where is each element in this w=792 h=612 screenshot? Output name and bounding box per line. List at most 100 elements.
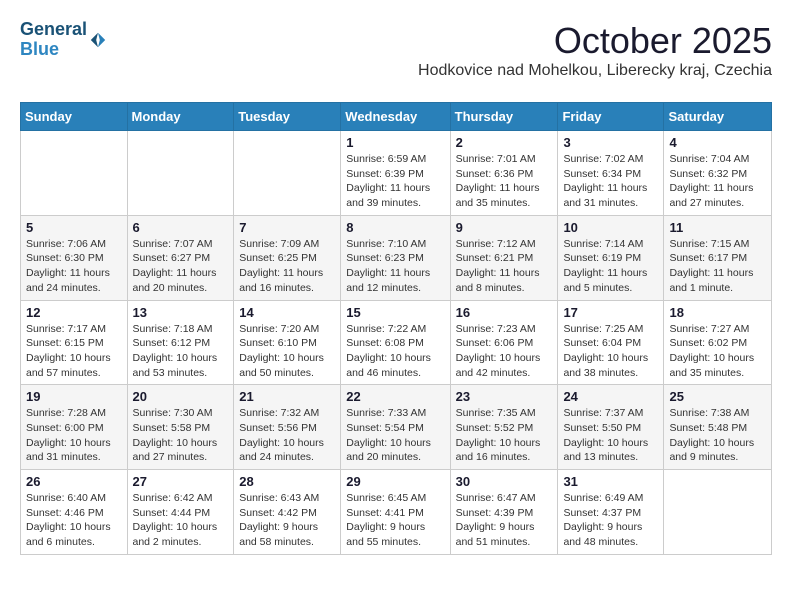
day-info: Sunrise: 7:04 AM Sunset: 6:32 PM Dayligh…: [669, 152, 766, 211]
logo: GeneralBlue: [20, 20, 107, 60]
day-number: 22: [346, 389, 444, 404]
day-info: Sunrise: 7:22 AM Sunset: 6:08 PM Dayligh…: [346, 322, 444, 381]
calendar-cell: 8 Sunrise: 7:10 AM Sunset: 6:23 PM Daylig…: [341, 215, 450, 300]
calendar-cell: 13 Sunrise: 7:18 AM Sunset: 6:12 PM Dayli…: [127, 300, 234, 385]
calendar-cell: 2 Sunrise: 7:01 AM Sunset: 6:36 PM Daylig…: [450, 131, 558, 216]
day-info: Sunrise: 7:14 AM Sunset: 6:19 PM Dayligh…: [563, 237, 658, 296]
day-info: Sunrise: 7:38 AM Sunset: 5:48 PM Dayligh…: [669, 406, 766, 465]
day-number: 16: [456, 305, 553, 320]
day-info: Sunrise: 7:15 AM Sunset: 6:17 PM Dayligh…: [669, 237, 766, 296]
calendar-cell: 20 Sunrise: 7:30 AM Sunset: 5:58 PM Dayli…: [127, 385, 234, 470]
calendar-cell: 26 Sunrise: 6:40 AM Sunset: 4:46 PM Dayli…: [21, 470, 128, 555]
day-info: Sunrise: 7:23 AM Sunset: 6:06 PM Dayligh…: [456, 322, 553, 381]
day-number: 1: [346, 135, 444, 150]
day-info: Sunrise: 7:33 AM Sunset: 5:54 PM Dayligh…: [346, 406, 444, 465]
day-info: Sunrise: 7:32 AM Sunset: 5:56 PM Dayligh…: [239, 406, 335, 465]
day-info: Sunrise: 7:28 AM Sunset: 6:00 PM Dayligh…: [26, 406, 122, 465]
calendar-cell: 7 Sunrise: 7:09 AM Sunset: 6:25 PM Daylig…: [234, 215, 341, 300]
day-number: 15: [346, 305, 444, 320]
day-number: 26: [26, 474, 122, 489]
calendar-cell: [234, 131, 341, 216]
day-info: Sunrise: 7:20 AM Sunset: 6:10 PM Dayligh…: [239, 322, 335, 381]
month-title: October 2025: [418, 20, 772, 62]
week-row-2: 12 Sunrise: 7:17 AM Sunset: 6:15 PM Dayli…: [21, 300, 772, 385]
calendar-cell: 27 Sunrise: 6:42 AM Sunset: 4:44 PM Dayli…: [127, 470, 234, 555]
col-header-friday: Friday: [558, 103, 664, 131]
day-number: 20: [133, 389, 229, 404]
day-number: 10: [563, 220, 658, 235]
day-number: 9: [456, 220, 553, 235]
calendar-cell: 24Sunrise: 7:37 AM Sunset: 5:50 PM Dayli…: [558, 385, 664, 470]
calendar-cell: 17 Sunrise: 7:25 AM Sunset: 6:04 PM Dayli…: [558, 300, 664, 385]
calendar-cell: [664, 470, 772, 555]
col-header-sunday: Sunday: [21, 103, 128, 131]
logo-text: GeneralBlue: [20, 20, 87, 60]
day-info: Sunrise: 7:25 AM Sunset: 6:04 PM Dayligh…: [563, 322, 658, 381]
day-number: 14: [239, 305, 335, 320]
day-number: 2: [456, 135, 553, 150]
day-number: 25: [669, 389, 766, 404]
logo-icon: [89, 31, 107, 49]
day-number: 8: [346, 220, 444, 235]
day-info: Sunrise: 7:09 AM Sunset: 6:25 PM Dayligh…: [239, 237, 335, 296]
day-info: Sunrise: 6:47 AM Sunset: 4:39 PM Dayligh…: [456, 491, 553, 550]
calendar-cell: 22 Sunrise: 7:33 AM Sunset: 5:54 PM Dayli…: [341, 385, 450, 470]
calendar-cell: 10 Sunrise: 7:14 AM Sunset: 6:19 PM Dayli…: [558, 215, 664, 300]
day-number: 3: [563, 135, 658, 150]
day-info: Sunrise: 6:40 AM Sunset: 4:46 PM Dayligh…: [26, 491, 122, 550]
calendar-cell: 19Sunrise: 7:28 AM Sunset: 6:00 PM Dayli…: [21, 385, 128, 470]
calendar-cell: [21, 131, 128, 216]
day-info: Sunrise: 7:10 AM Sunset: 6:23 PM Dayligh…: [346, 237, 444, 296]
day-number: 4: [669, 135, 766, 150]
day-info: Sunrise: 6:43 AM Sunset: 4:42 PM Dayligh…: [239, 491, 335, 550]
calendar-cell: 21 Sunrise: 7:32 AM Sunset: 5:56 PM Dayli…: [234, 385, 341, 470]
calendar-cell: 28 Sunrise: 6:43 AM Sunset: 4:42 PM Dayli…: [234, 470, 341, 555]
week-row-1: 5Sunrise: 7:06 AM Sunset: 6:30 PM Daylig…: [21, 215, 772, 300]
day-number: 17: [563, 305, 658, 320]
calendar-cell: 23Sunrise: 7:35 AM Sunset: 5:52 PM Dayli…: [450, 385, 558, 470]
day-info: Sunrise: 7:18 AM Sunset: 6:12 PM Dayligh…: [133, 322, 229, 381]
col-header-monday: Monday: [127, 103, 234, 131]
day-info: Sunrise: 7:01 AM Sunset: 6:36 PM Dayligh…: [456, 152, 553, 211]
day-number: 27: [133, 474, 229, 489]
title-section: October 2025 Hodkovice nad Mohelkou, Lib…: [418, 20, 772, 90]
calendar-cell: 31 Sunrise: 6:49 AM Sunset: 4:37 PM Dayli…: [558, 470, 664, 555]
calendar-cell: 18 Sunrise: 7:27 AM Sunset: 6:02 PM Dayli…: [664, 300, 772, 385]
calendar-cell: 4 Sunrise: 7:04 AM Sunset: 6:32 PM Daylig…: [664, 131, 772, 216]
day-number: 13: [133, 305, 229, 320]
calendar-cell: 25 Sunrise: 7:38 AM Sunset: 5:48 PM Dayli…: [664, 385, 772, 470]
calendar-cell: 11 Sunrise: 7:15 AM Sunset: 6:17 PM Dayli…: [664, 215, 772, 300]
day-number: 31: [563, 474, 658, 489]
day-info: Sunrise: 7:07 AM Sunset: 6:27 PM Dayligh…: [133, 237, 229, 296]
day-info: Sunrise: 6:42 AM Sunset: 4:44 PM Dayligh…: [133, 491, 229, 550]
col-header-saturday: Saturday: [664, 103, 772, 131]
calendar-cell: 29Sunrise: 6:45 AM Sunset: 4:41 PM Dayli…: [341, 470, 450, 555]
day-info: Sunrise: 7:27 AM Sunset: 6:02 PM Dayligh…: [669, 322, 766, 381]
day-info: Sunrise: 7:17 AM Sunset: 6:15 PM Dayligh…: [26, 322, 122, 381]
subtitle: Hodkovice nad Mohelkou, Liberecky kraj, …: [418, 62, 772, 80]
day-number: 12: [26, 305, 122, 320]
day-number: 23: [456, 389, 553, 404]
calendar-cell: [127, 131, 234, 216]
calendar-table: SundayMondayTuesdayWednesdayThursdayFrid…: [20, 102, 772, 555]
calendar-cell: 30Sunrise: 6:47 AM Sunset: 4:39 PM Dayli…: [450, 470, 558, 555]
calendar-cell: 15 Sunrise: 7:22 AM Sunset: 6:08 PM Dayli…: [341, 300, 450, 385]
col-header-wednesday: Wednesday: [341, 103, 450, 131]
day-number: 7: [239, 220, 335, 235]
day-number: 18: [669, 305, 766, 320]
day-info: Sunrise: 6:45 AM Sunset: 4:41 PM Dayligh…: [346, 491, 444, 550]
day-info: Sunrise: 7:30 AM Sunset: 5:58 PM Dayligh…: [133, 406, 229, 465]
calendar-cell: 14 Sunrise: 7:20 AM Sunset: 6:10 PM Dayli…: [234, 300, 341, 385]
calendar-cell: 5Sunrise: 7:06 AM Sunset: 6:30 PM Daylig…: [21, 215, 128, 300]
day-number: 21: [239, 389, 335, 404]
calendar-cell: 1Sunrise: 6:59 AM Sunset: 6:39 PM Daylig…: [341, 131, 450, 216]
calendar-cell: 3Sunrise: 7:02 AM Sunset: 6:34 PM Daylig…: [558, 131, 664, 216]
day-number: 11: [669, 220, 766, 235]
week-row-4: 26 Sunrise: 6:40 AM Sunset: 4:46 PM Dayli…: [21, 470, 772, 555]
day-info: Sunrise: 6:49 AM Sunset: 4:37 PM Dayligh…: [563, 491, 658, 550]
calendar-cell: 12 Sunrise: 7:17 AM Sunset: 6:15 PM Dayli…: [21, 300, 128, 385]
day-number: 28: [239, 474, 335, 489]
day-info: Sunrise: 7:12 AM Sunset: 6:21 PM Dayligh…: [456, 237, 553, 296]
week-row-0: 1Sunrise: 6:59 AM Sunset: 6:39 PM Daylig…: [21, 131, 772, 216]
col-header-tuesday: Tuesday: [234, 103, 341, 131]
